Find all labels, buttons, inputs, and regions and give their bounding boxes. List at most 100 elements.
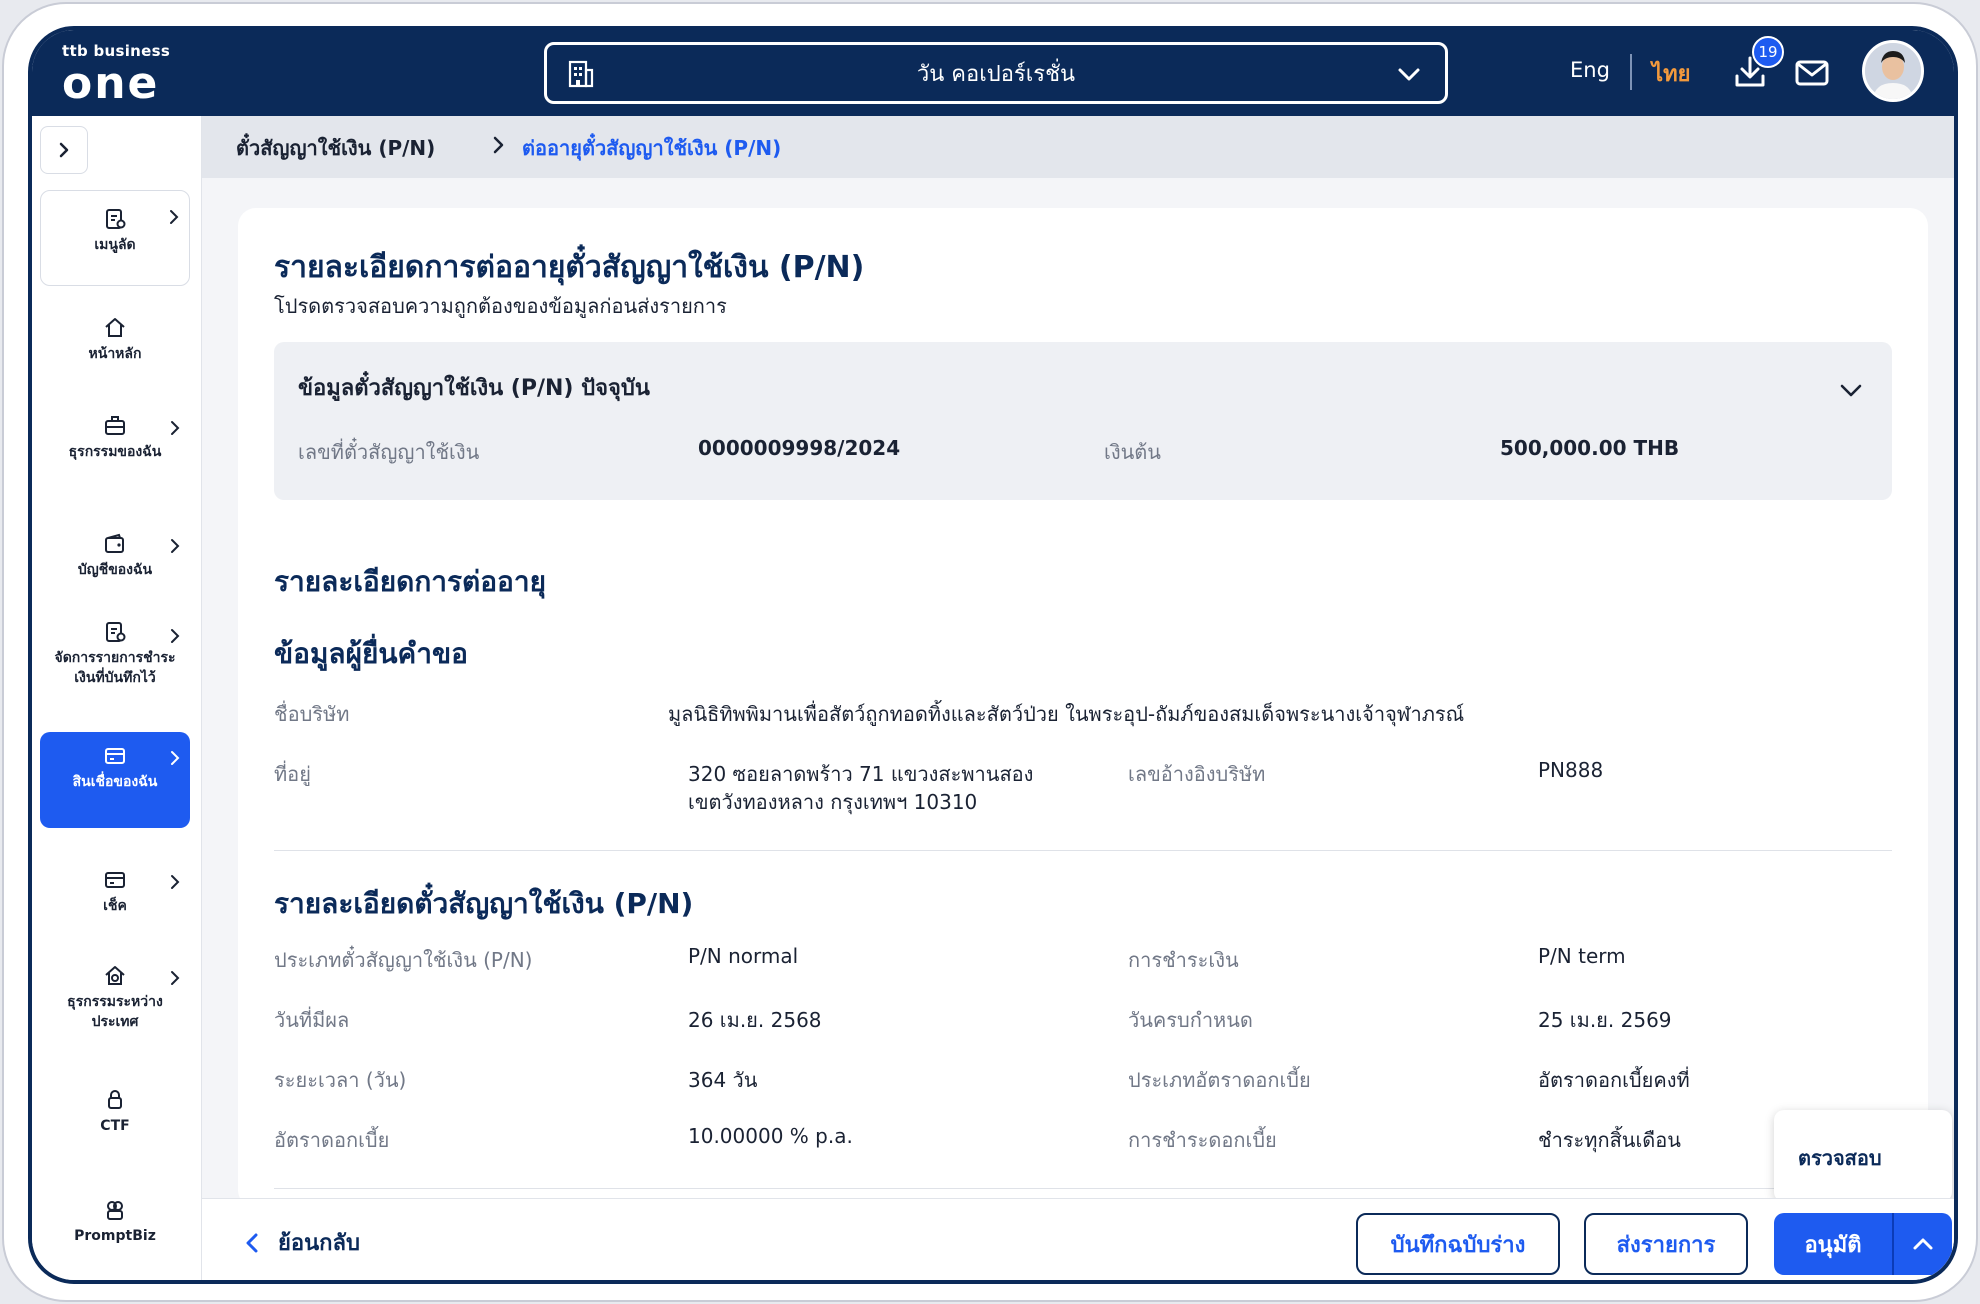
- company-name-label: ชื่อบริษัท: [274, 702, 350, 726]
- chevron-right-icon: [171, 629, 180, 643]
- address-label: ที่อยู่: [274, 762, 311, 786]
- logo-big-text: one: [62, 58, 160, 109]
- payment-value: P/N term: [1538, 944, 1626, 968]
- page-title: รายละเอียดการต่ออายุตั๋วสัญญาใช้เงิน (P/…: [274, 250, 865, 285]
- lock-icon: [108, 1090, 122, 1109]
- sidebar-item-international[interactable]: ธุรกรรมระหว่างประเทศ: [40, 952, 190, 1044]
- wallet-icon: [105, 533, 124, 553]
- breadcrumb-item-pn[interactable]: ตั๋วสัญญาใช้เงิน (P/N): [236, 132, 435, 164]
- address-line-2: เขตวังทองหลาง กรุงเทพฯ 10310: [688, 790, 978, 814]
- sidebar-nav: เมนูลัด หน้าหลัก ธุรกรรมของฉัน บัญชีของฉ…: [32, 116, 202, 1280]
- current-pn-title: ข้อมูลตั๋วสัญญาใช้เงิน (P/N) ปัจจุบัน: [298, 376, 650, 401]
- chevron-right-icon: [171, 751, 180, 765]
- bottom-action-bar: ย้อนกลับ บันทึกฉบับร่าง ส่งรายการ อนุมัต…: [202, 1198, 1954, 1280]
- interest-type-value: อัตราดอกเบี้ยคงที่: [1538, 1068, 1690, 1092]
- interest-rate-value: 10.00000 % p.a.: [688, 1124, 853, 1148]
- principal-label: เงินต้น: [1104, 440, 1161, 464]
- chevron-left-icon: [246, 1233, 258, 1252]
- user-photo-icon: [1865, 43, 1921, 99]
- sidebar-item-home[interactable]: หน้าหลัก: [40, 304, 190, 374]
- approve-label: อนุมัติ: [1804, 1232, 1862, 1258]
- lang-english[interactable]: Eng: [1570, 58, 1610, 82]
- brand-logo[interactable]: ttb business one: [62, 40, 202, 110]
- pn-details-section-title: รายละเอียดตั๋วสัญญาใช้เงิน (P/N): [274, 887, 694, 920]
- sidebar-item-label: PromptBiz: [74, 1228, 156, 1244]
- company-name-value: มูลนิธิทิพพิมานเพื่อสัตว์ถูกทอดทิ้งและสั…: [668, 702, 1465, 726]
- cheque-icon: [105, 872, 125, 888]
- approve-options-toggle[interactable]: [1894, 1213, 1952, 1275]
- page-subtitle: โปรดตรวจสอบความถูกต้องของข้อมูลก่อนส่งรา…: [274, 294, 727, 318]
- sidebar-item-label: ธุรกรรมระหว่างประเทศ: [67, 994, 163, 1030]
- back-button[interactable]: ย้อนกลับ: [244, 1225, 360, 1260]
- chevron-right-icon: [59, 142, 69, 158]
- maturity-date-value: 25 เม.ย. 2569: [1538, 1008, 1672, 1032]
- chevron-right-icon: [171, 539, 180, 553]
- lang-divider: [1630, 54, 1632, 90]
- loan-icon: [105, 748, 125, 764]
- effective-date-label: วันที่มีผล: [274, 1008, 350, 1032]
- sidebar-item-label: ธุรกรรมของฉัน: [68, 444, 162, 460]
- interest-type-label: ประเภทอัตราดอกเบี้ย: [1128, 1068, 1311, 1092]
- section-divider: [274, 850, 1892, 851]
- sidebar-item-my-loans[interactable]: สินเชื่อของฉัน: [40, 732, 190, 828]
- interest-rate-label: อัตราดอกเบี้ย: [274, 1128, 390, 1152]
- sidebar-item-label: เช็ค: [103, 898, 127, 914]
- save-draft-label: บันทึกฉบับร่าง: [1390, 1232, 1526, 1258]
- sidebar-item-shortcut[interactable]: เมนูลัด: [40, 190, 190, 286]
- back-button-label: ย้อนกลับ: [278, 1231, 360, 1256]
- section-divider: [274, 1188, 1892, 1189]
- company-name: วัน คอเปอร์เรชั่น: [916, 61, 1076, 87]
- payment-label: การชำระเงิน: [1128, 948, 1239, 972]
- maturity-date-label: วันครบกำหนด: [1128, 1008, 1253, 1032]
- chevron-right-icon: [171, 875, 180, 889]
- sidebar-item-label: หน้าหลัก: [88, 346, 142, 362]
- mail-icon[interactable]: [1794, 58, 1830, 88]
- briefcase-icon: [105, 416, 125, 435]
- approve-button[interactable]: อนุมัติ: [1774, 1213, 1892, 1275]
- top-header: ttb business one วัน คอเปอร์เรชั่น Eng ไ: [32, 30, 1954, 116]
- user-avatar[interactable]: [1862, 40, 1924, 102]
- sidebar-item-cheque[interactable]: เช็ค: [40, 856, 190, 926]
- review-popup-menu: ตรวจสอบ: [1774, 1110, 1952, 1202]
- building-icon: [568, 60, 594, 88]
- document-icon: [106, 622, 126, 642]
- sidebar-item-saved-payments[interactable]: จัดการรายการชำระเงินที่บันทึกไว้: [40, 610, 190, 720]
- promptbiz-icon: [107, 1201, 123, 1220]
- sidebar-item-label: บัญชีของฉัน: [77, 562, 153, 578]
- save-draft-button[interactable]: บันทึกฉบับร่าง: [1356, 1213, 1560, 1275]
- breadcrumb: ตั๋วสัญญาใช้เงิน (P/N) ต่ออายุตั๋วสัญญาใ…: [202, 116, 1954, 178]
- company-select[interactable]: วัน คอเปอร์เรชั่น: [544, 42, 1448, 104]
- lang-thai[interactable]: ไทย: [1652, 56, 1690, 91]
- breadcrumb-item-renew: ต่ออายุตั๋วสัญญาใช้เงิน (P/N): [522, 136, 782, 160]
- approve-split-button: อนุมัติ: [1774, 1213, 1952, 1275]
- chevron-right-icon: [170, 210, 179, 224]
- device-frame: ttb business one วัน คอเปอร์เรชั่น Eng ไ: [2, 2, 1978, 1302]
- company-ref-label: เลขอ้างอิงบริษัท: [1128, 762, 1266, 786]
- submit-button[interactable]: ส่งรายการ: [1584, 1213, 1748, 1275]
- chevron-right-icon: [493, 136, 504, 154]
- sidebar-expand-button[interactable]: [40, 126, 88, 174]
- pn-type-label: ประเภทตั๋วสัญญาใช้เงิน (P/N): [274, 948, 533, 972]
- interest-payment-label: การชำระดอกเบี้ย: [1128, 1128, 1277, 1152]
- sidebar-item-label: สินเชื่อของฉัน: [72, 774, 158, 790]
- company-ref-value: PN888: [1538, 758, 1604, 782]
- pn-number-label: เลขที่ตั๋วสัญญาใช้เงิน: [298, 440, 480, 464]
- review-menu-item[interactable]: ตรวจสอบ: [1798, 1142, 1882, 1174]
- sidebar-item-label: จัดการรายการชำระเงินที่บันทึกไว้: [54, 650, 176, 686]
- current-pn-panel[interactable]: ข้อมูลตั๋วสัญญาใช้เงิน (P/N) ปัจจุบัน เล…: [274, 342, 1892, 500]
- sidebar-item-ctf[interactable]: CTF: [40, 1076, 190, 1146]
- home-icon: [105, 318, 125, 337]
- sidebar-item-my-transactions[interactable]: ธุรกรรมของฉัน: [40, 402, 190, 494]
- global-icon: [105, 966, 125, 985]
- chevron-down-icon: [1398, 68, 1420, 81]
- interest-payment-value: ชำระทุกสิ้นเดือน: [1538, 1128, 1681, 1152]
- sidebar-item-promptbiz[interactable]: PromptBiz: [40, 1186, 190, 1256]
- renewal-section-title: รายละเอียดการต่ออายุ: [274, 565, 547, 598]
- chevron-right-icon: [171, 421, 180, 435]
- submit-label: ส่งรายการ: [1616, 1232, 1716, 1258]
- chevron-down-icon[interactable]: [1838, 378, 1864, 402]
- sidebar-item-my-accounts[interactable]: บัญชีของฉัน: [40, 520, 190, 592]
- pn-type-value: P/N normal: [688, 944, 799, 968]
- chevron-up-icon: [1913, 1238, 1933, 1250]
- pn-number-value: 0000009998/2024: [698, 436, 901, 460]
